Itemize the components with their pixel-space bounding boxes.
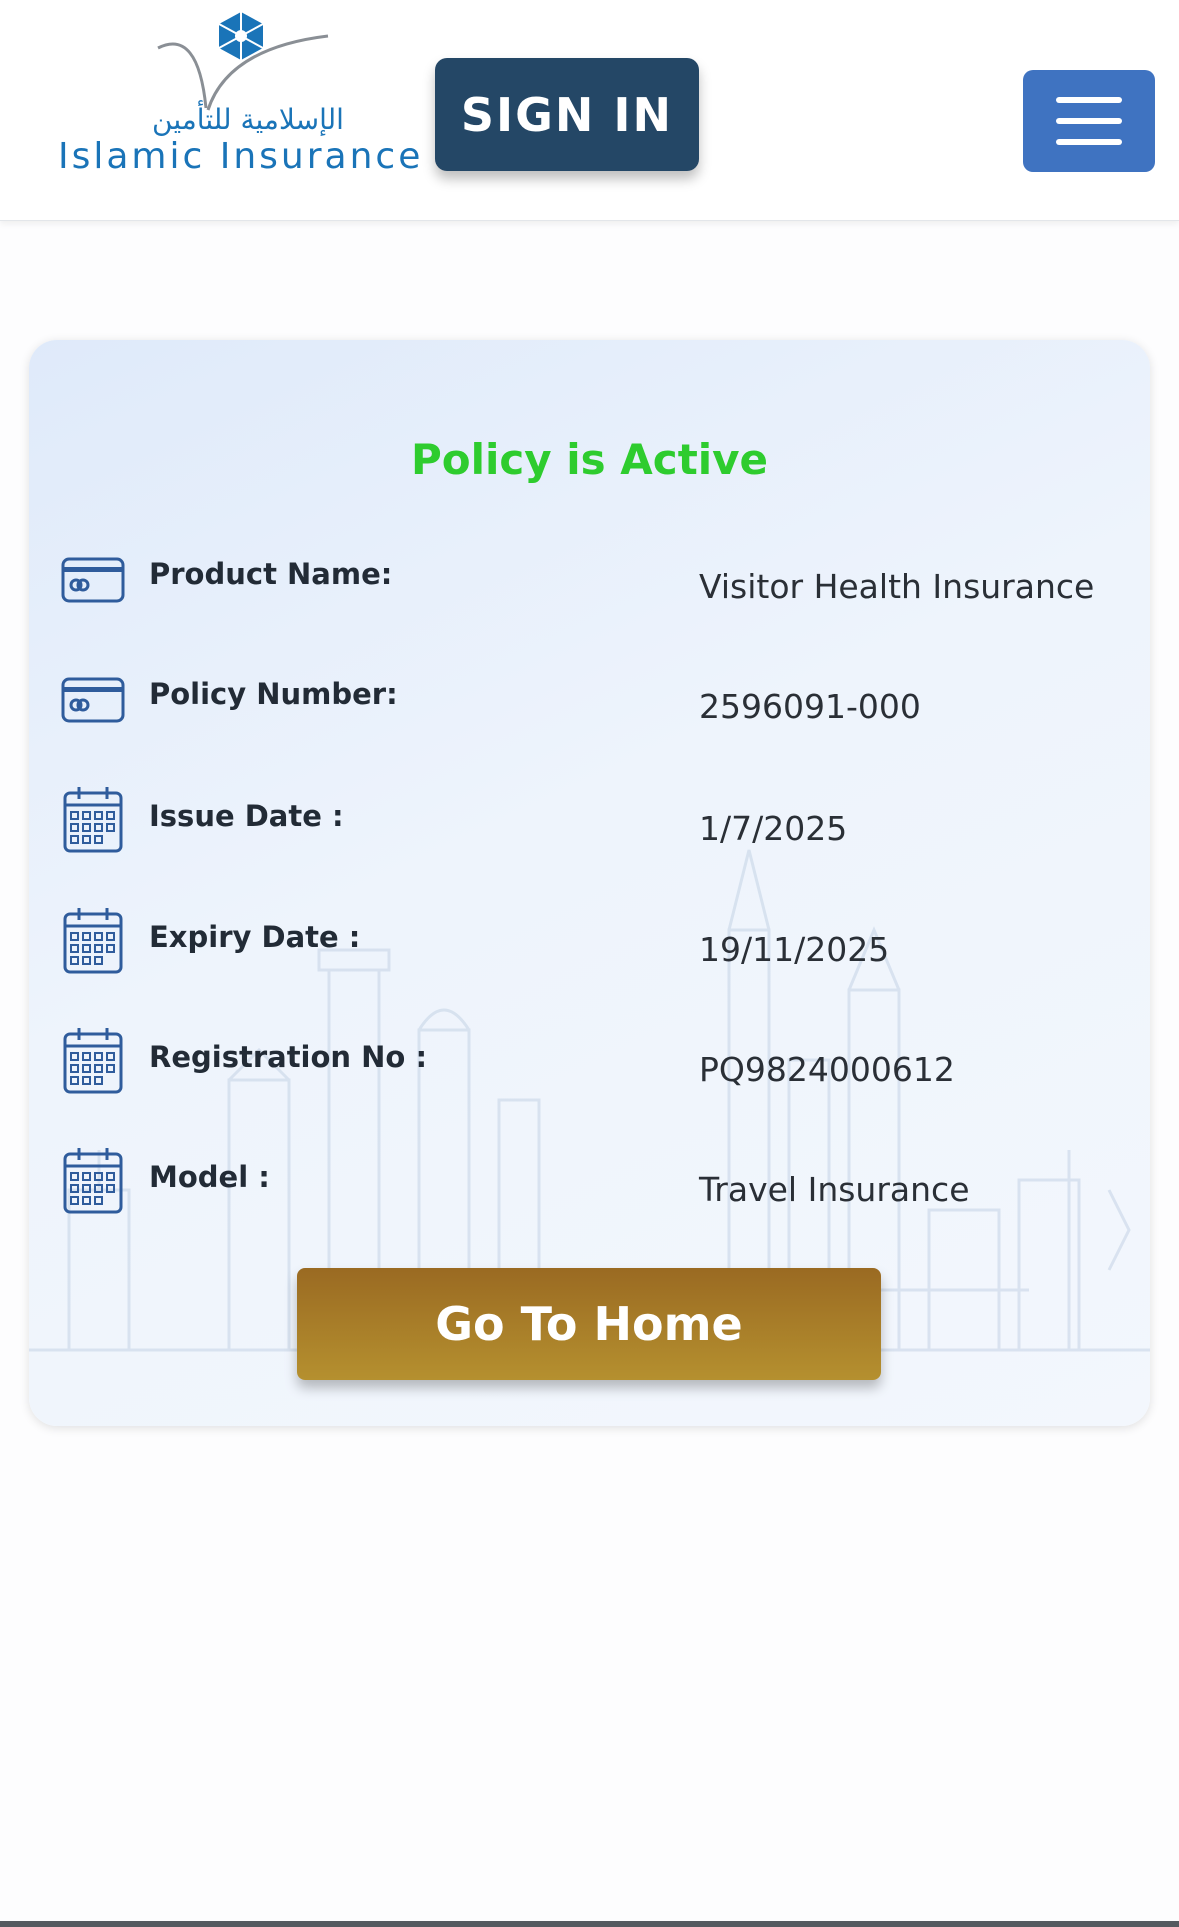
policy-row-policy-number: Policy Number: 2596091-000: [29, 663, 1150, 753]
card-icon: [61, 557, 125, 603]
menu-bar-line: [1056, 139, 1122, 145]
hamburger-menu-icon[interactable]: [1023, 70, 1155, 172]
calendar-icon: [63, 908, 123, 974]
logo-arabic-text: الإسلامية للتأمين: [152, 103, 344, 136]
bottom-edge-divider: [0, 1921, 1179, 1927]
policy-row-registration-no: Registration No : PQ9824000612: [29, 1026, 1150, 1116]
row-value: 19/11/2025: [699, 930, 890, 969]
menu-bar-line: [1056, 118, 1122, 124]
logo-english-text: Islamic Insurance: [58, 136, 424, 177]
policy-row-product-name: Product Name: Visitor Health Insurance: [29, 543, 1150, 633]
site-header: الإسلامية للتأمين Islamic Insurance SIGN…: [0, 0, 1179, 221]
logo-emblem-icon: [157, 12, 329, 111]
policy-row-expiry-date: Expiry Date : 19/11/2025: [29, 906, 1150, 996]
row-value: Visitor Health Insurance: [699, 567, 1095, 606]
menu-bar-line: [1056, 97, 1122, 103]
policy-row-model: Model : Travel Insurance: [29, 1146, 1150, 1236]
policy-status-card: Policy is Active Product Name: Visitor H…: [29, 340, 1150, 1426]
islamic-insurance-logo[interactable]: الإسلامية للتأمين Islamic Insurance: [58, 8, 438, 178]
go-to-home-button[interactable]: Go To Home: [297, 1268, 881, 1380]
row-label: Product Name:: [149, 557, 393, 591]
row-value: PQ9824000612: [699, 1050, 955, 1089]
row-label: Policy Number:: [149, 677, 398, 711]
row-label: Model :: [149, 1160, 270, 1194]
row-value: 1/7/2025: [699, 809, 848, 848]
row-label: Issue Date :: [149, 799, 344, 833]
row-label: Expiry Date :: [149, 920, 361, 954]
row-value: Travel Insurance: [699, 1170, 970, 1209]
calendar-icon: [63, 787, 123, 853]
calendar-icon: [63, 1148, 123, 1214]
row-label: Registration No :: [149, 1040, 428, 1074]
row-value: 2596091-000: [699, 687, 921, 726]
card-icon: [61, 677, 125, 723]
calendar-icon: [63, 1028, 123, 1094]
sign-in-button[interactable]: SIGN IN: [435, 58, 699, 171]
policy-status-title: Policy is Active: [410, 435, 769, 484]
policy-row-issue-date: Issue Date : 1/7/2025: [29, 785, 1150, 875]
